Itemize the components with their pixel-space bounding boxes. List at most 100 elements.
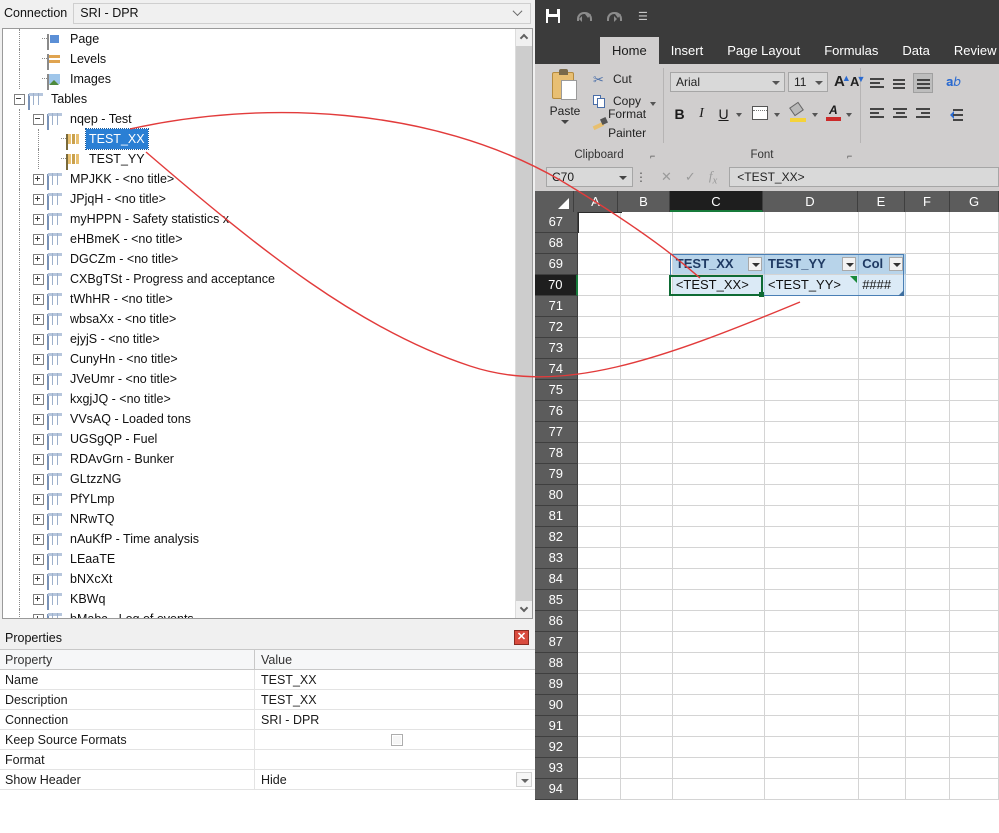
fill-color-dropdown-icon[interactable] — [812, 113, 818, 117]
tree-node[interactable]: Page — [3, 29, 515, 50]
tree-expand-icon[interactable] — [30, 249, 47, 269]
tree-node[interactable]: tWhHR - <no title> — [3, 289, 515, 310]
row-header-73[interactable]: 73 — [535, 338, 578, 359]
cell-F81[interactable] — [905, 506, 951, 527]
row-header-75[interactable]: 75 — [535, 380, 578, 401]
cell-B73[interactable] — [621, 338, 673, 359]
cell-A86[interactable] — [577, 611, 622, 632]
increase-font-size-icon[interactable]: A ▲ — [834, 73, 851, 90]
tree-expand-icon[interactable] — [30, 189, 47, 209]
tree-node[interactable]: eHBmeK - <no title> — [3, 229, 515, 250]
tree-node[interactable]: nqep - Test — [3, 109, 515, 130]
cell-F72[interactable] — [905, 317, 951, 338]
cell-A79[interactable] — [577, 464, 622, 485]
cell-D71[interactable] — [765, 296, 860, 317]
row-header-90[interactable]: 90 — [535, 695, 578, 716]
connection-dropdown[interactable]: SRI - DPR — [73, 2, 531, 24]
font-family-dropdown[interactable]: Arial — [670, 72, 785, 92]
column-header-C[interactable]: C — [670, 191, 763, 212]
cell-G68[interactable] — [950, 233, 999, 254]
cell-C76[interactable] — [672, 401, 766, 422]
cell-E83[interactable] — [859, 548, 906, 569]
tree-node[interactable]: DGCZm - <no title> — [3, 249, 515, 270]
cell-B74[interactable] — [621, 359, 673, 380]
borders-icon[interactable] — [752, 106, 768, 120]
cell-C93[interactable] — [672, 758, 766, 779]
tree-expand-icon[interactable] — [30, 549, 47, 569]
cell-A89[interactable] — [577, 674, 622, 695]
cell-E94[interactable] — [859, 779, 906, 800]
cell-D83[interactable] — [765, 548, 860, 569]
row-header-89[interactable]: 89 — [535, 674, 578, 695]
cell-A68[interactable] — [577, 233, 622, 254]
cell-F88[interactable] — [905, 653, 951, 674]
cell-C71[interactable] — [672, 296, 766, 317]
cell-E93[interactable] — [859, 758, 906, 779]
cell-F74[interactable] — [905, 359, 951, 380]
cell-B70[interactable] — [621, 275, 673, 296]
cell-A90[interactable] — [577, 695, 622, 716]
row-header-87[interactable]: 87 — [535, 632, 578, 653]
cell-G74[interactable] — [950, 359, 999, 380]
tree-node[interactable]: NRwTQ — [3, 509, 515, 530]
undo-icon[interactable] — [576, 6, 596, 26]
row-header-79[interactable]: 79 — [535, 464, 578, 485]
cell-B85[interactable] — [621, 590, 673, 611]
cell-D75[interactable] — [765, 380, 860, 401]
tree-node[interactable]: ejyjS - <no title> — [3, 329, 515, 350]
paste-button[interactable]: Paste — [541, 69, 589, 124]
cell-D79[interactable] — [765, 464, 860, 485]
tree-node[interactable]: KBWq — [3, 589, 515, 610]
tree-node-selected[interactable]: TEST_XX — [3, 128, 515, 150]
cell-E68[interactable] — [859, 233, 906, 254]
cell-G72[interactable] — [950, 317, 999, 338]
cell-B83[interactable] — [621, 548, 673, 569]
save-icon[interactable] — [546, 6, 566, 26]
cell-F67[interactable] — [905, 212, 951, 233]
paste-dropdown-icon[interactable] — [561, 120, 569, 124]
row-header-76[interactable]: 76 — [535, 401, 578, 422]
tree-node[interactable]: CunyHn - <no title> — [3, 349, 515, 370]
cell-E74[interactable] — [859, 359, 906, 380]
row-header-74[interactable]: 74 — [535, 359, 578, 380]
font-color-dropdown-icon[interactable] — [846, 113, 852, 117]
cell-D84[interactable] — [765, 569, 860, 590]
cell-B88[interactable] — [621, 653, 673, 674]
cell-A77[interactable] — [577, 422, 622, 443]
cell-C86[interactable] — [672, 611, 766, 632]
cell-G75[interactable] — [950, 380, 999, 401]
tree-expand-icon[interactable] — [30, 589, 47, 609]
cell-B87[interactable] — [621, 632, 673, 653]
cell-F68[interactable] — [905, 233, 951, 254]
row-header-68[interactable]: 68 — [535, 233, 578, 254]
row-header-88[interactable]: 88 — [535, 653, 578, 674]
tree-node[interactable]: CXBgTSt - Progress and acceptance — [3, 269, 515, 290]
decrease-indent-icon[interactable] — [946, 107, 964, 121]
cell-C74[interactable] — [672, 359, 766, 380]
align-right-button[interactable] — [913, 104, 933, 124]
cell-C84[interactable] — [672, 569, 766, 590]
bold-button[interactable]: B — [670, 104, 689, 124]
cell-F94[interactable] — [905, 779, 951, 800]
object-tree[interactable]: Page Levels Images Tables nqep - Test TEST_XX… — [2, 28, 533, 619]
cell-E77[interactable] — [859, 422, 906, 443]
tree-expand-icon[interactable] — [30, 309, 47, 329]
cell-D86[interactable] — [765, 611, 860, 632]
cell-E88[interactable] — [859, 653, 906, 674]
cell-D87[interactable] — [765, 632, 860, 653]
cell-A84[interactable] — [577, 569, 622, 590]
name-box[interactable]: C70 — [546, 167, 633, 187]
filter-dropdown-icon[interactable] — [748, 257, 762, 271]
cell-E78[interactable] — [859, 443, 906, 464]
cell-C92[interactable] — [672, 737, 766, 758]
cell-G94[interactable] — [950, 779, 999, 800]
cell-C81[interactable] — [672, 506, 766, 527]
fill-color-icon[interactable] — [789, 101, 807, 122]
tree-expand-icon[interactable] — [30, 529, 47, 549]
cell-D82[interactable] — [765, 527, 860, 548]
tree-node[interactable]: Tables — [3, 89, 515, 110]
cell-D70[interactable]: <TEST_YY> — [765, 275, 860, 296]
column-header-A[interactable]: A — [574, 191, 618, 212]
cell-A93[interactable] — [577, 758, 622, 779]
cell-A72[interactable] — [577, 317, 622, 338]
